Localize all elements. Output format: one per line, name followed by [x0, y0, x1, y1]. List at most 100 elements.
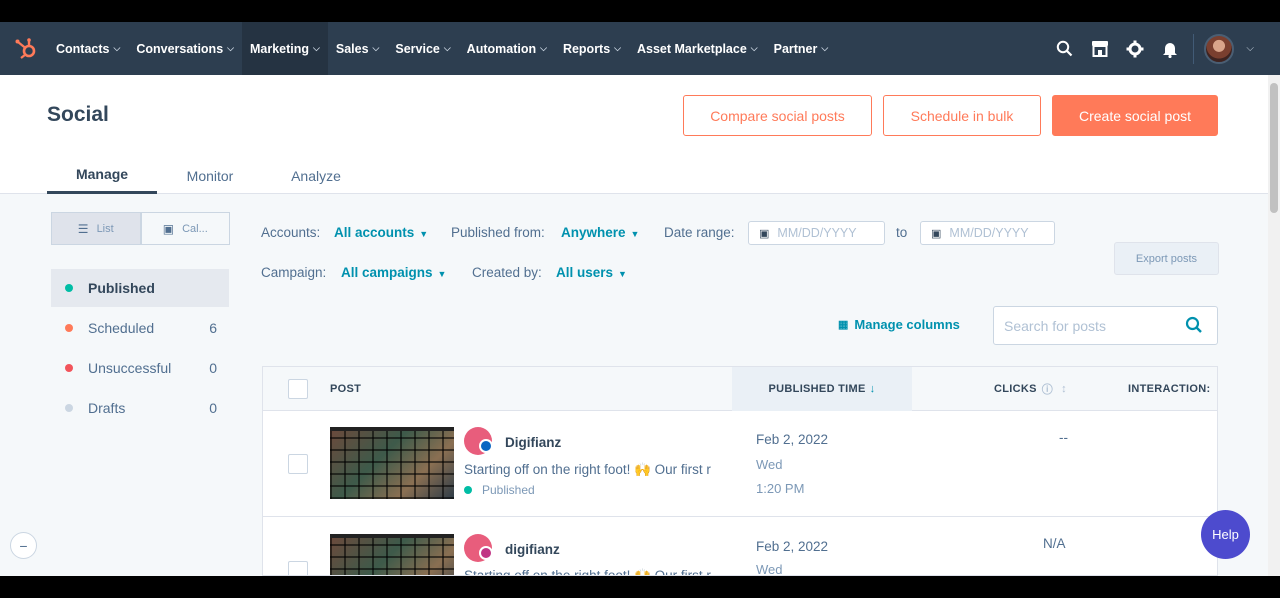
settings-icon[interactable] — [1117, 22, 1152, 75]
nav-label: Reports — [562, 41, 611, 56]
nav-item-conversations[interactable]: Conversations ⌵ — [128, 22, 242, 75]
column-header-label: PUBLISHED TIME — [768, 383, 866, 395]
manage-columns-link[interactable]: ▦ Manage columns — [838, 317, 960, 332]
column-header-interactions[interactable]: INTERACTION: — [1128, 367, 1210, 411]
filter-label: Published — [88, 280, 155, 296]
post-text[interactable]: Starting off on the right foot! 🙌 Our fi… — [464, 462, 732, 478]
instagram-icon — [479, 546, 493, 560]
tab-analyze[interactable]: Analyze — [263, 157, 369, 194]
published-time: 1:20 PM — [756, 481, 805, 496]
view-toggle: ☰ List ▣ Cal... — [51, 212, 230, 245]
page-scrollbar[interactable] — [1268, 75, 1280, 576]
post-thumbnail[interactable] — [330, 534, 454, 575]
app-frame: Contacts ⌵ Conversations ⌵ Marketing ⌵ Sale… — [0, 22, 1280, 576]
end-date-input[interactable]: ▣ MM/DD/YYYY — [920, 221, 1055, 245]
calendar-view-button[interactable]: ▣ Cal... — [140, 212, 230, 245]
status-dot — [65, 364, 73, 372]
create-social-post-button[interactable]: Create social post — [1052, 95, 1218, 136]
scrollbar-thumb[interactable] — [1270, 83, 1278, 213]
user-avatar[interactable] — [1204, 33, 1235, 64]
nav-item-marketing[interactable]: Marketing ⌵ — [241, 22, 328, 75]
marketplace-icon[interactable] — [1082, 22, 1117, 75]
published-day: Wed — [756, 562, 783, 576]
compare-social-posts-button[interactable]: Compare social posts — [683, 95, 872, 136]
list-view-button[interactable]: ☰ List — [51, 212, 141, 245]
manage-columns-label: Manage columns — [854, 317, 960, 332]
published-day: Wed — [756, 457, 783, 472]
published-from-dropdown[interactable]: Anywhere ▼ — [561, 225, 639, 240]
account-name[interactable]: Digifianz — [505, 435, 561, 450]
search-input[interactable] — [1004, 317, 1174, 334]
search-icon[interactable] — [1047, 22, 1082, 75]
select-all-checkbox[interactable] — [288, 379, 308, 399]
status-filter-published[interactable]: Published — [51, 269, 229, 307]
status-filter-scheduled[interactable]: Scheduled 6 — [51, 309, 229, 347]
collapse-icon[interactable]: − — [10, 532, 37, 559]
published-from-value: Anywhere — [561, 225, 626, 240]
status-dot — [464, 486, 472, 494]
nav-item-reports[interactable]: Reports ⌵ — [555, 22, 629, 75]
created-by-dropdown[interactable]: All users ▼ — [556, 265, 627, 280]
table-row[interactable]: Digifianz Starting off on the right foot… — [263, 411, 1217, 517]
notifications-icon[interactable] — [1152, 22, 1187, 75]
filter-label: Unsuccessful — [88, 360, 172, 376]
post-status: Published — [464, 483, 535, 497]
chevron-down-icon: ⌵ — [372, 43, 380, 53]
table-header: POST PUBLISHED TIME ↓ CLICKS ⓘ ↕ INTERACTIO… — [263, 367, 1217, 411]
nav-label: Partner — [773, 41, 818, 56]
list-icon: ☰ — [77, 221, 89, 236]
export-posts-button[interactable]: Export posts — [1114, 242, 1219, 275]
nav-item-sales[interactable]: Sales ⌵ — [328, 22, 388, 75]
status-dot — [65, 404, 73, 412]
chevron-down-icon: ⌵ — [614, 43, 621, 53]
top-navigation: Contacts ⌵ Conversations ⌵ Marketing ⌵ Sale… — [0, 22, 1280, 75]
status-dot — [65, 284, 73, 292]
tab-manage[interactable]: Manage — [47, 157, 157, 194]
page-header: Social Compare social posts Schedule in … — [0, 75, 1268, 194]
date-placeholder: MM/DD/YYYY — [949, 226, 1029, 240]
filter-count: 0 — [209, 360, 217, 376]
status-filter-unsuccessful[interactable]: Unsuccessful 0 — [51, 349, 229, 387]
tab-monitor[interactable]: Monitor — [157, 157, 263, 194]
created-by-value: All users — [556, 265, 614, 280]
chevron-down-icon: ⌵ — [821, 43, 829, 53]
nav-item-partner[interactable]: Partner ⌵ — [766, 22, 837, 75]
row-checkbox[interactable] — [288, 561, 308, 575]
column-header-clicks[interactable]: CLICKS ⓘ ↕ — [994, 367, 1067, 411]
row-checkbox[interactable] — [288, 454, 308, 474]
campaign-value: All campaigns — [341, 265, 433, 280]
info-icon: ⓘ — [1041, 384, 1054, 396]
column-header-published-time[interactable]: PUBLISHED TIME ↓ — [732, 367, 912, 411]
accounts-value: All accounts — [334, 225, 415, 240]
help-button[interactable]: Help — [1201, 510, 1250, 559]
search-box — [993, 306, 1218, 345]
account-name[interactable]: digifianz — [505, 542, 560, 557]
post-thumbnail[interactable] — [330, 427, 454, 499]
status-dot — [65, 324, 73, 332]
nav-label: Marketing — [249, 41, 310, 56]
sort-icon: ↕ — [1061, 383, 1067, 395]
posts-table: POST PUBLISHED TIME ↓ CLICKS ⓘ ↕ INTERACTIO… — [262, 366, 1218, 576]
nav-item-service[interactable]: Service ⌵ — [387, 22, 458, 75]
start-date-input[interactable]: ▣ MM/DD/YYYY — [748, 221, 885, 245]
hubspot-logo-icon[interactable] — [12, 35, 40, 63]
nav-label: Asset Marketplace — [637, 41, 747, 56]
status-filter-drafts[interactable]: Drafts 0 — [51, 389, 229, 427]
nav-label: Conversations — [136, 41, 224, 56]
table-row[interactable]: digifianz Starting off on the right foot… — [263, 518, 1217, 576]
column-header-post[interactable]: POST — [330, 367, 361, 411]
campaign-dropdown[interactable]: All campaigns ▼ — [341, 265, 446, 280]
published-date: Feb 2, 2022 — [756, 539, 829, 554]
search-icon[interactable] — [1185, 316, 1203, 339]
columns-icon: ▦ — [838, 319, 849, 331]
post-text[interactable]: Starting off on the right foot! 🙌 Our fi… — [464, 568, 732, 575]
nav-item-contacts[interactable]: Contacts ⌵ — [48, 22, 128, 75]
schedule-in-bulk-button[interactable]: Schedule in bulk — [883, 95, 1041, 136]
accounts-dropdown[interactable]: All accounts ▼ — [334, 225, 428, 240]
date-placeholder: MM/DD/YYYY — [777, 226, 857, 240]
nav-item-asset-marketplace[interactable]: Asset Marketplace ⌵ — [629, 22, 766, 75]
chevron-down-icon: ⌵ — [313, 43, 320, 53]
nav-label: Service — [395, 41, 440, 56]
chevron-down-icon[interactable]: ⌵ — [1246, 43, 1254, 54]
nav-item-automation[interactable]: Automation ⌵ — [459, 22, 555, 75]
